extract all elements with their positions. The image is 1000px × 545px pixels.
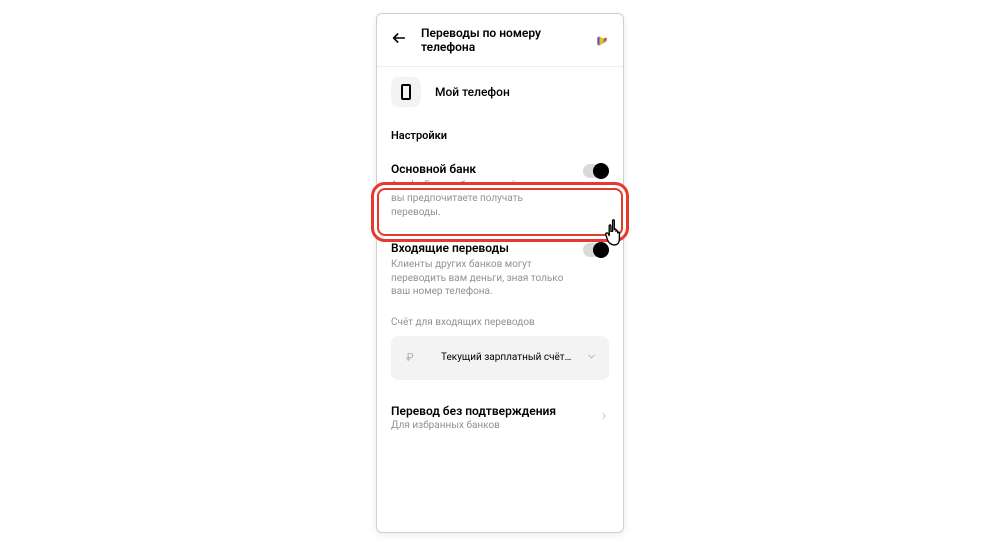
- toggle-primary-bank[interactable]: [583, 164, 609, 178]
- account-heading: Счёт для входящих переводов: [377, 311, 623, 336]
- toggle-knob-icon: [593, 163, 609, 179]
- chevron-right-icon: [599, 410, 609, 424]
- sbp-logo-icon: [595, 33, 609, 47]
- setting-primary-bank-title: Основной банк: [391, 162, 609, 176]
- setting-primary-bank-desc: Альфа-Банк — банк, на счёт которого вы п…: [391, 179, 571, 220]
- account-select[interactable]: ₽ Текущий зарплатный счёт…: [391, 336, 609, 380]
- setting-incoming: Входящие переводы Клиенты других банков …: [377, 231, 623, 311]
- header: Переводы по номеру телефона: [377, 14, 623, 67]
- toggle-incoming[interactable]: [583, 243, 609, 257]
- nav-no-confirmation-sub: Для избранных банков: [391, 420, 556, 431]
- nav-no-confirmation[interactable]: Перевод без подтверждения Для избранных …: [377, 394, 623, 443]
- setting-incoming-desc: Клиенты других банков могут переводить в…: [391, 258, 571, 299]
- back-arrow-icon[interactable]: [391, 30, 407, 49]
- phone-frame: Переводы по номеру телефона Мой телефон …: [376, 13, 624, 533]
- nav-no-confirmation-title: Перевод без подтверждения: [391, 404, 556, 418]
- ruble-icon: ₽: [403, 351, 417, 365]
- setting-primary-bank: Основной банк Альфа-Банк — банк, на счёт…: [377, 152, 623, 232]
- toggle-knob-icon: [593, 242, 609, 258]
- phone-icon: [391, 77, 421, 107]
- settings-heading: Настройки: [377, 123, 623, 152]
- account-select-value: Текущий зарплатный счёт…: [441, 352, 586, 363]
- header-title: Переводы по номеру телефона: [421, 26, 581, 54]
- chevron-down-icon: [586, 351, 597, 365]
- setting-incoming-title: Входящие переводы: [391, 241, 609, 255]
- my-phone-row[interactable]: Мой телефон: [377, 67, 623, 123]
- my-phone-label: Мой телефон: [435, 85, 510, 99]
